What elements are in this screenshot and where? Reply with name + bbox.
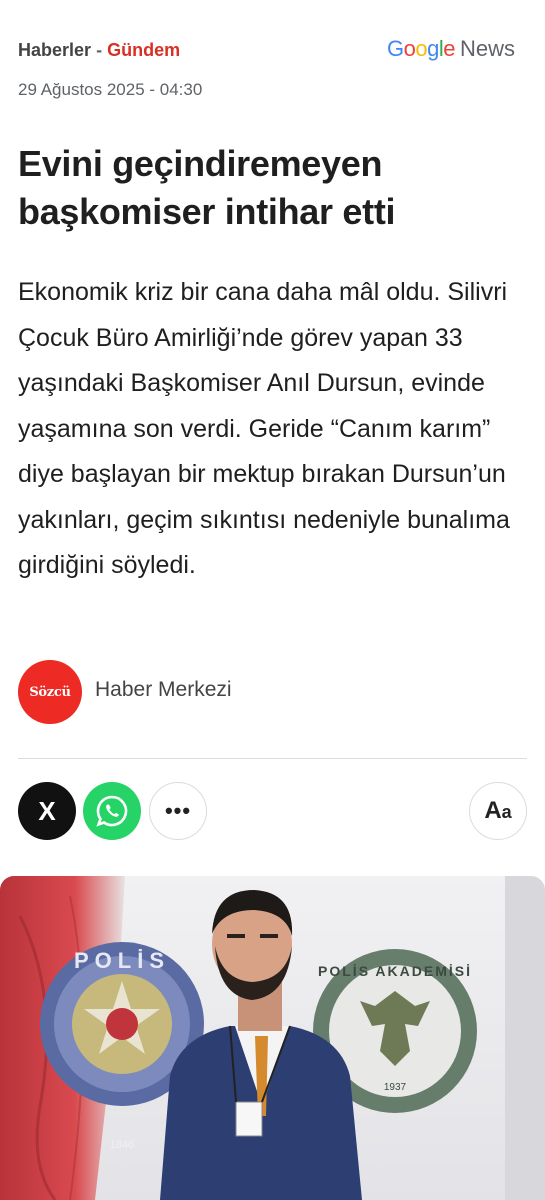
google-letter: g [427, 36, 439, 61]
breadcrumb-section[interactable]: Haberler [18, 40, 91, 60]
breadcrumb-category[interactable]: Gündem [107, 40, 180, 60]
google-letter: o [415, 36, 428, 61]
article-headline: Evini geçindiremeyen başkomiser intihar … [18, 143, 396, 232]
top-bar: Haberler - Gündem Google News [18, 36, 527, 66]
source-name[interactable]: Haber Merkezi [95, 678, 232, 702]
article-summary: Ekonomik kriz bir cana daha mâl oldu. Si… [18, 278, 510, 579]
x-logo-icon: X [38, 795, 56, 826]
font-size-button[interactable]: Aa [469, 782, 527, 840]
more-options-button[interactable]: ••• [149, 782, 207, 840]
google-letter: o [403, 36, 416, 61]
google-news-logo[interactable]: Google News [387, 36, 515, 62]
divider [18, 758, 527, 759]
google-letter: e [443, 36, 455, 61]
article-photo-image: POLİS 1846 POLİS AKADEMİSİ 1937 [0, 876, 545, 1200]
whatsapp-icon [96, 795, 128, 827]
emblem-text-academy: POLİS AKADEMİSİ [318, 963, 472, 979]
source-logo[interactable]: Sözcü [18, 660, 82, 724]
emblem-text-polis: POLİS [74, 948, 170, 973]
emblem-year-left: 1846 [110, 1139, 134, 1151]
share-whatsapp-button[interactable] [83, 782, 141, 840]
emblem-year-right: 1937 [384, 1082, 407, 1093]
news-wordmark: News [459, 36, 515, 61]
article-photo[interactable]: POLİS 1846 POLİS AKADEMİSİ 1937 [0, 876, 545, 1200]
breadcrumb-separator: - [96, 40, 103, 60]
breadcrumb: Haberler - Gündem [18, 40, 180, 61]
font-size-big: A [484, 797, 502, 824]
publish-date: 29 Ağustos 2025 - 04:30 [18, 80, 203, 99]
share-x-button[interactable]: X [18, 782, 76, 840]
google-wordmark: Google [386, 36, 456, 61]
google-letter: G [386, 36, 404, 61]
font-size-small: a [501, 802, 512, 822]
font-size-icon: Aa [484, 797, 511, 825]
more-icon: ••• [164, 798, 192, 823]
